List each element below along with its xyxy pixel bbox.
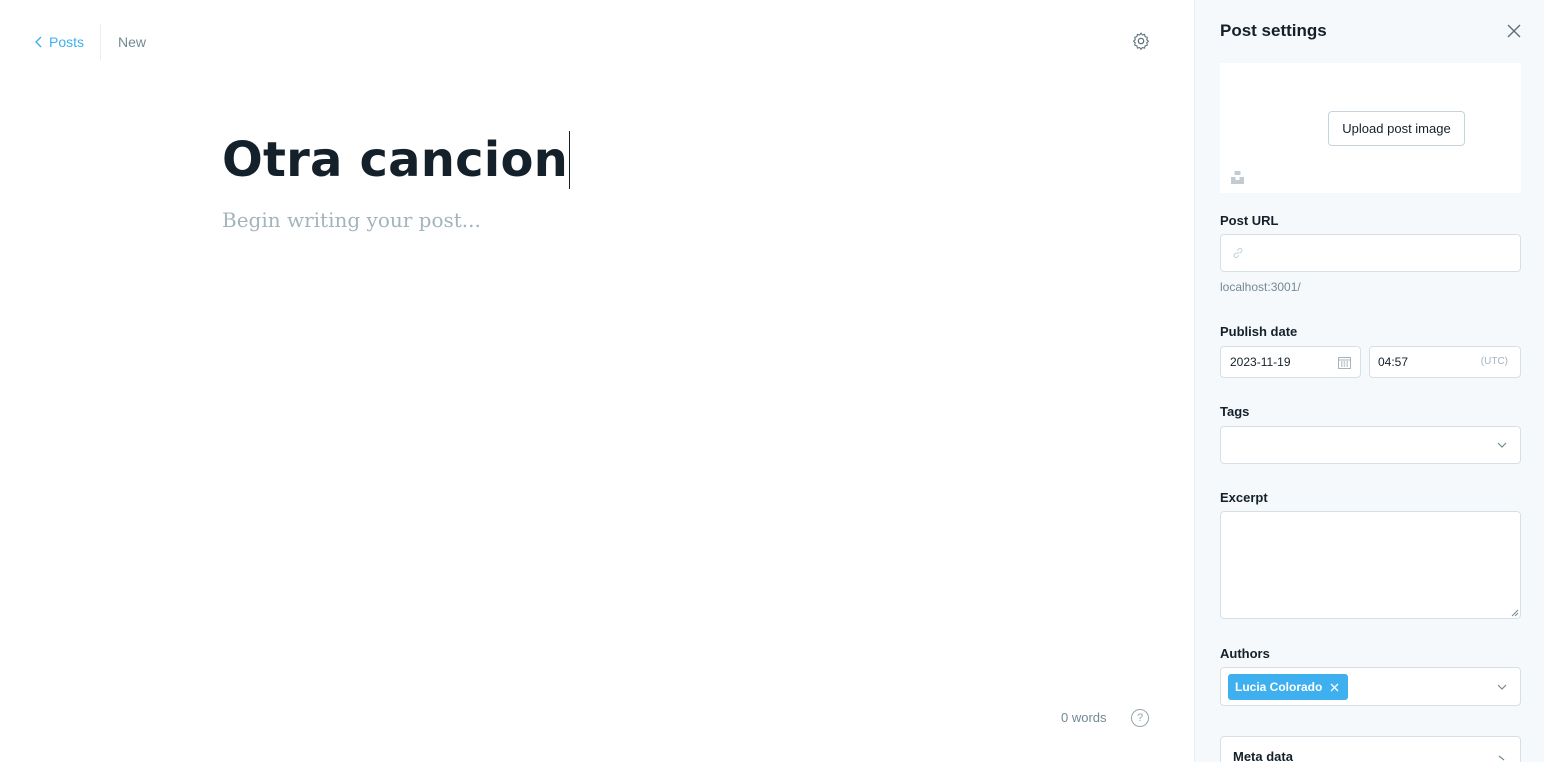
publish-time-value: 04:57 [1378,355,1409,369]
upload-post-image-button[interactable]: Upload post image [1328,111,1465,146]
post-image-area: Upload post image [1220,63,1521,193]
publish-date-value: 2023-11-19 [1230,355,1291,369]
tags-label: Tags [1220,404,1250,419]
authors-label: Authors [1220,646,1270,661]
tags-select[interactable] [1220,426,1521,464]
publish-date-label: Publish date [1220,324,1298,339]
publish-time-input[interactable]: 04:57 (UTC) [1369,346,1521,378]
back-link-label: Posts [49,34,85,50]
back-to-posts-link[interactable]: Posts [34,24,102,60]
excerpt-label: Excerpt [1220,490,1268,505]
panel-title: Post settings [1220,21,1327,40]
post-body-editor[interactable]: Begin writing your post... [222,208,481,232]
resize-handle-icon[interactable] [1511,609,1519,617]
word-count: 0 words [1061,710,1107,725]
chevron-right-icon [1498,755,1505,761]
excerpt-textarea[interactable] [1220,511,1521,619]
post-title-input[interactable]: Otra cancion [222,131,570,189]
gear-icon [1132,32,1150,50]
post-status: New [118,34,147,50]
meta-data-section[interactable]: Meta data [1220,736,1521,762]
unsplash-icon[interactable] [1230,170,1245,185]
publish-date-input[interactable]: 2023-11-19 [1220,346,1361,378]
post-url-input[interactable] [1220,234,1521,272]
question-icon: ? [1136,712,1144,724]
breadcrumb: Posts New [34,24,146,60]
chevron-left-icon [35,36,42,48]
authors-select[interactable]: Lucia Colorado [1220,667,1521,706]
post-settings-panel: Post settings Upload post image Post URL… [1194,0,1544,762]
meta-data-label: Meta data [1233,749,1293,762]
post-title-text: Otra cancion [222,132,568,188]
author-token: Lucia Colorado [1228,674,1349,700]
calendar-icon[interactable] [1338,356,1351,369]
author-name: Lucia Colorado [1235,680,1323,694]
timezone-label: (UTC) [1480,356,1508,367]
chevron-down-icon [1497,442,1507,448]
help-button[interactable]: ? [1131,709,1149,727]
editor-area: Posts New Otra cancion Begin writing you… [0,0,1194,762]
close-icon[interactable] [1507,24,1521,38]
chevron-down-icon [1497,684,1507,690]
post-url-preview: localhost:3001/ [1220,280,1301,294]
close-icon[interactable] [1330,683,1339,692]
post-url-label: Post URL [1220,213,1279,228]
link-icon [1233,247,1243,259]
settings-toggle-button[interactable] [1131,31,1153,53]
text-caret [569,131,570,189]
